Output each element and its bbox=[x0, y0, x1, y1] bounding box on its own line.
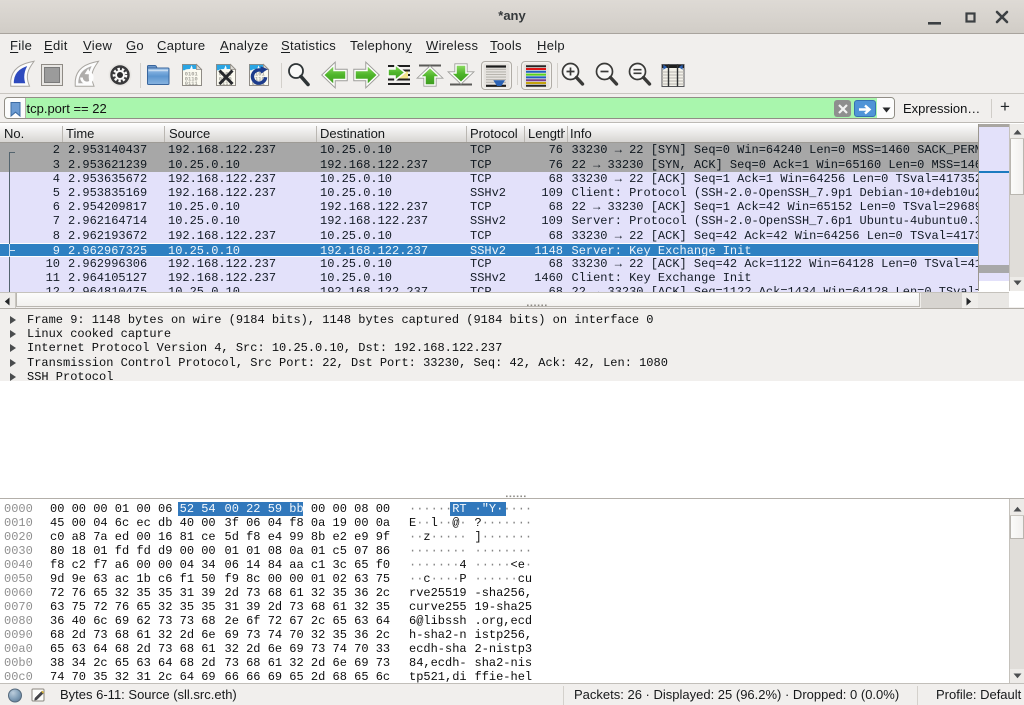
svg-text:0111: 0111 bbox=[185, 81, 198, 87]
